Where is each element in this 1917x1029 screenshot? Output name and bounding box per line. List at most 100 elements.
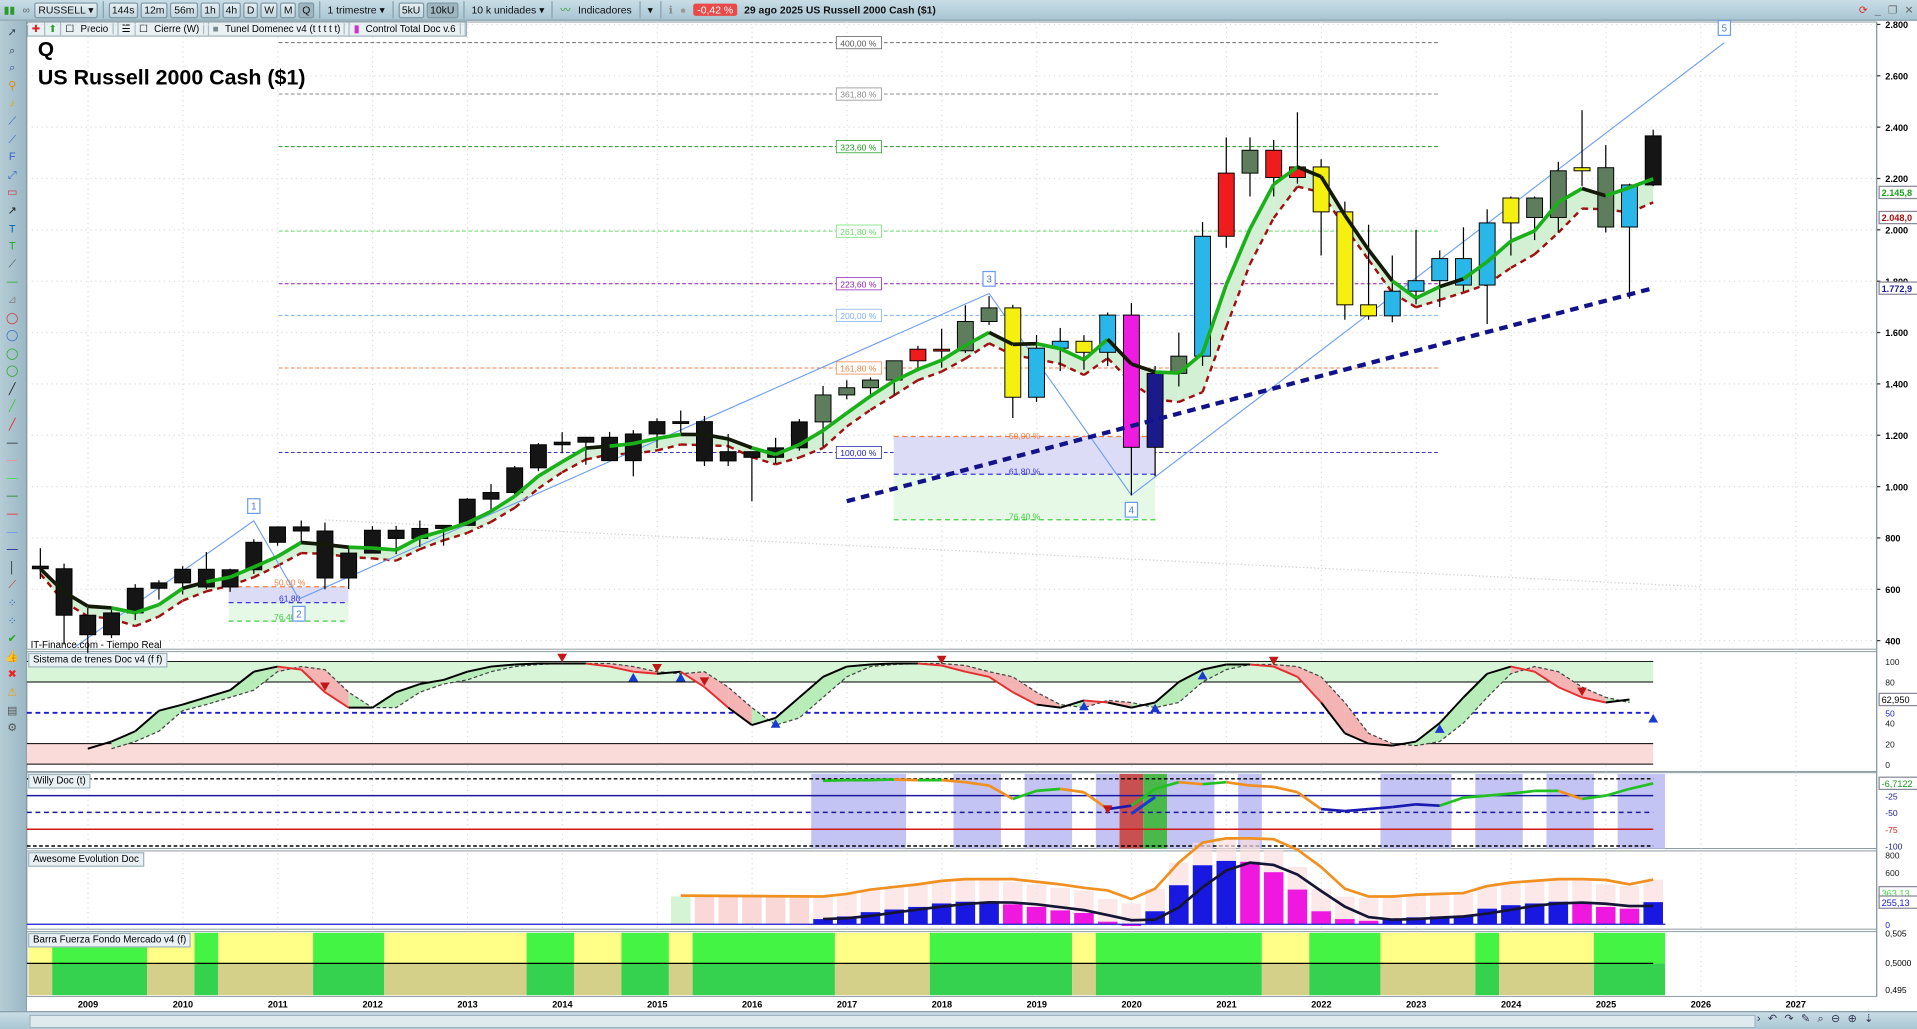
support-trendline xyxy=(847,288,1653,501)
barra-band-lower xyxy=(1309,963,1380,995)
price-tag: 2.145,8 xyxy=(1882,188,1913,198)
panel-title-willy[interactable]: Willy Doc (t) xyxy=(28,774,90,789)
candle xyxy=(1527,198,1543,218)
candle xyxy=(863,380,879,388)
awesome-bg-bar xyxy=(718,897,738,925)
wave-label: 3 xyxy=(986,275,991,286)
price-tick: 2.600 xyxy=(1885,71,1908,81)
watermark: IT-Finance.com - Tiempo Real xyxy=(31,639,162,650)
candle xyxy=(1361,305,1377,316)
candle xyxy=(530,445,546,468)
awesome-histogram-bar xyxy=(1288,890,1308,925)
awesome-bg-bar xyxy=(1003,882,1023,905)
price-tick: 1.400 xyxy=(1885,380,1908,390)
awesome-histogram-bar xyxy=(1477,909,1497,925)
candle xyxy=(175,569,191,583)
willy-line xyxy=(1274,787,1298,792)
willy-shade xyxy=(1546,774,1593,849)
candle xyxy=(507,468,523,493)
barra-band-lower xyxy=(218,963,313,995)
fib-label: 223,60 % xyxy=(840,279,877,289)
candle xyxy=(32,566,48,569)
willy-shade xyxy=(1380,774,1451,849)
barra-tick: 0,495 xyxy=(1885,985,1907,995)
zoom-tools[interactable]: ›↶↷✎⌕⊖⊕⇣ xyxy=(1757,1012,1881,1025)
price-tick: 2.000 xyxy=(1885,226,1908,236)
candle xyxy=(578,437,594,442)
candle xyxy=(649,422,665,434)
year-label: 2024 xyxy=(1501,999,1522,1009)
willy-line xyxy=(1321,809,1345,811)
fib-label: 361,80 % xyxy=(840,90,877,100)
candle xyxy=(151,583,167,588)
candle xyxy=(1479,223,1495,285)
trenes-tick: 0 xyxy=(1885,760,1890,770)
awesome-value-tag: 255,13 xyxy=(1882,898,1910,908)
willy-line xyxy=(1250,786,1274,787)
price-tick: 2.400 xyxy=(1885,123,1908,133)
fib-label: 161,80 % xyxy=(840,364,877,374)
barra-band-upper xyxy=(693,933,835,964)
candle xyxy=(270,527,286,542)
chart-canvas[interactable]: 2009201020112012201320142015201620172018… xyxy=(0,0,1917,1028)
barra-band-upper xyxy=(1594,933,1665,964)
candle xyxy=(554,442,570,445)
willy-shade xyxy=(1025,774,1072,849)
awesome-bg-bar xyxy=(1454,893,1474,916)
price-tick: 400 xyxy=(1885,636,1900,646)
barra-band-upper xyxy=(669,933,693,964)
year-label: 2026 xyxy=(1691,999,1711,1009)
candle xyxy=(1645,136,1661,185)
dotted-channel-line xyxy=(325,520,1701,587)
awesome-bg-bar xyxy=(1430,894,1450,917)
fib-retrace-label: 61,80 xyxy=(279,593,301,603)
awesome-histogram-bar xyxy=(1027,907,1047,924)
barra-tick: 0,505 xyxy=(1885,929,1907,939)
year-label: 2011 xyxy=(268,999,288,1009)
awesome-histogram-bar xyxy=(1074,913,1094,924)
awesome-histogram-bar xyxy=(1145,911,1165,924)
barra-band-upper xyxy=(1380,933,1475,964)
fib-label: 323,60 % xyxy=(840,142,877,152)
willy-line xyxy=(870,779,894,780)
price-tick: 2.800 xyxy=(1885,20,1908,30)
barra-band-lower xyxy=(28,963,52,995)
year-label: 2016 xyxy=(742,999,762,1009)
oversold-zone xyxy=(27,744,1653,765)
awesome-histogram-bar xyxy=(1240,862,1260,924)
awesome-bg-bar xyxy=(1549,879,1569,902)
awesome-bg-bar xyxy=(1501,883,1521,906)
candle xyxy=(1218,173,1234,236)
year-label: 2027 xyxy=(1786,999,1806,1009)
trenes-value-tag: 62,950 xyxy=(1882,695,1910,705)
candle xyxy=(1598,168,1614,227)
barra-band-lower xyxy=(147,963,194,995)
year-label: 2021 xyxy=(1216,999,1236,1009)
barra-band-upper xyxy=(384,933,526,964)
year-label: 2022 xyxy=(1311,999,1331,1009)
candle xyxy=(697,422,713,461)
candle xyxy=(293,527,309,531)
price-tick: 1.600 xyxy=(1885,328,1908,338)
barra-band-upper xyxy=(574,933,621,964)
barra-band-upper xyxy=(1309,933,1380,964)
panel-title-awesome[interactable]: Awesome Evolution Doc xyxy=(28,852,144,867)
awesome-histogram-bar xyxy=(1596,907,1616,924)
awesome-bg-bar xyxy=(790,897,810,925)
price-tick: 600 xyxy=(1885,585,1900,595)
horizontal-scrollbar[interactable] xyxy=(29,1015,1755,1028)
trenes-fill xyxy=(799,677,823,718)
candle xyxy=(625,434,641,461)
barra-band-upper xyxy=(930,933,1072,964)
awesome-bg-bar xyxy=(1193,843,1213,866)
candle xyxy=(1408,281,1424,292)
panel-title-barra[interactable]: Barra Fuerza Fondo Mercado v4 (f) xyxy=(28,933,191,948)
awesome-bg-bar xyxy=(1406,895,1426,918)
barra-band-lower xyxy=(313,963,384,995)
barra-band-upper xyxy=(527,933,574,964)
bottom-bar: ›↶↷✎⌕⊖⊕⇣ xyxy=(0,1011,1917,1029)
barra-band-upper xyxy=(218,933,313,964)
awesome-bg-bar xyxy=(861,890,881,913)
candle xyxy=(1029,348,1045,397)
panel-title-trenes[interactable]: Sistema de trenes Doc v4 (f f) xyxy=(28,653,167,668)
